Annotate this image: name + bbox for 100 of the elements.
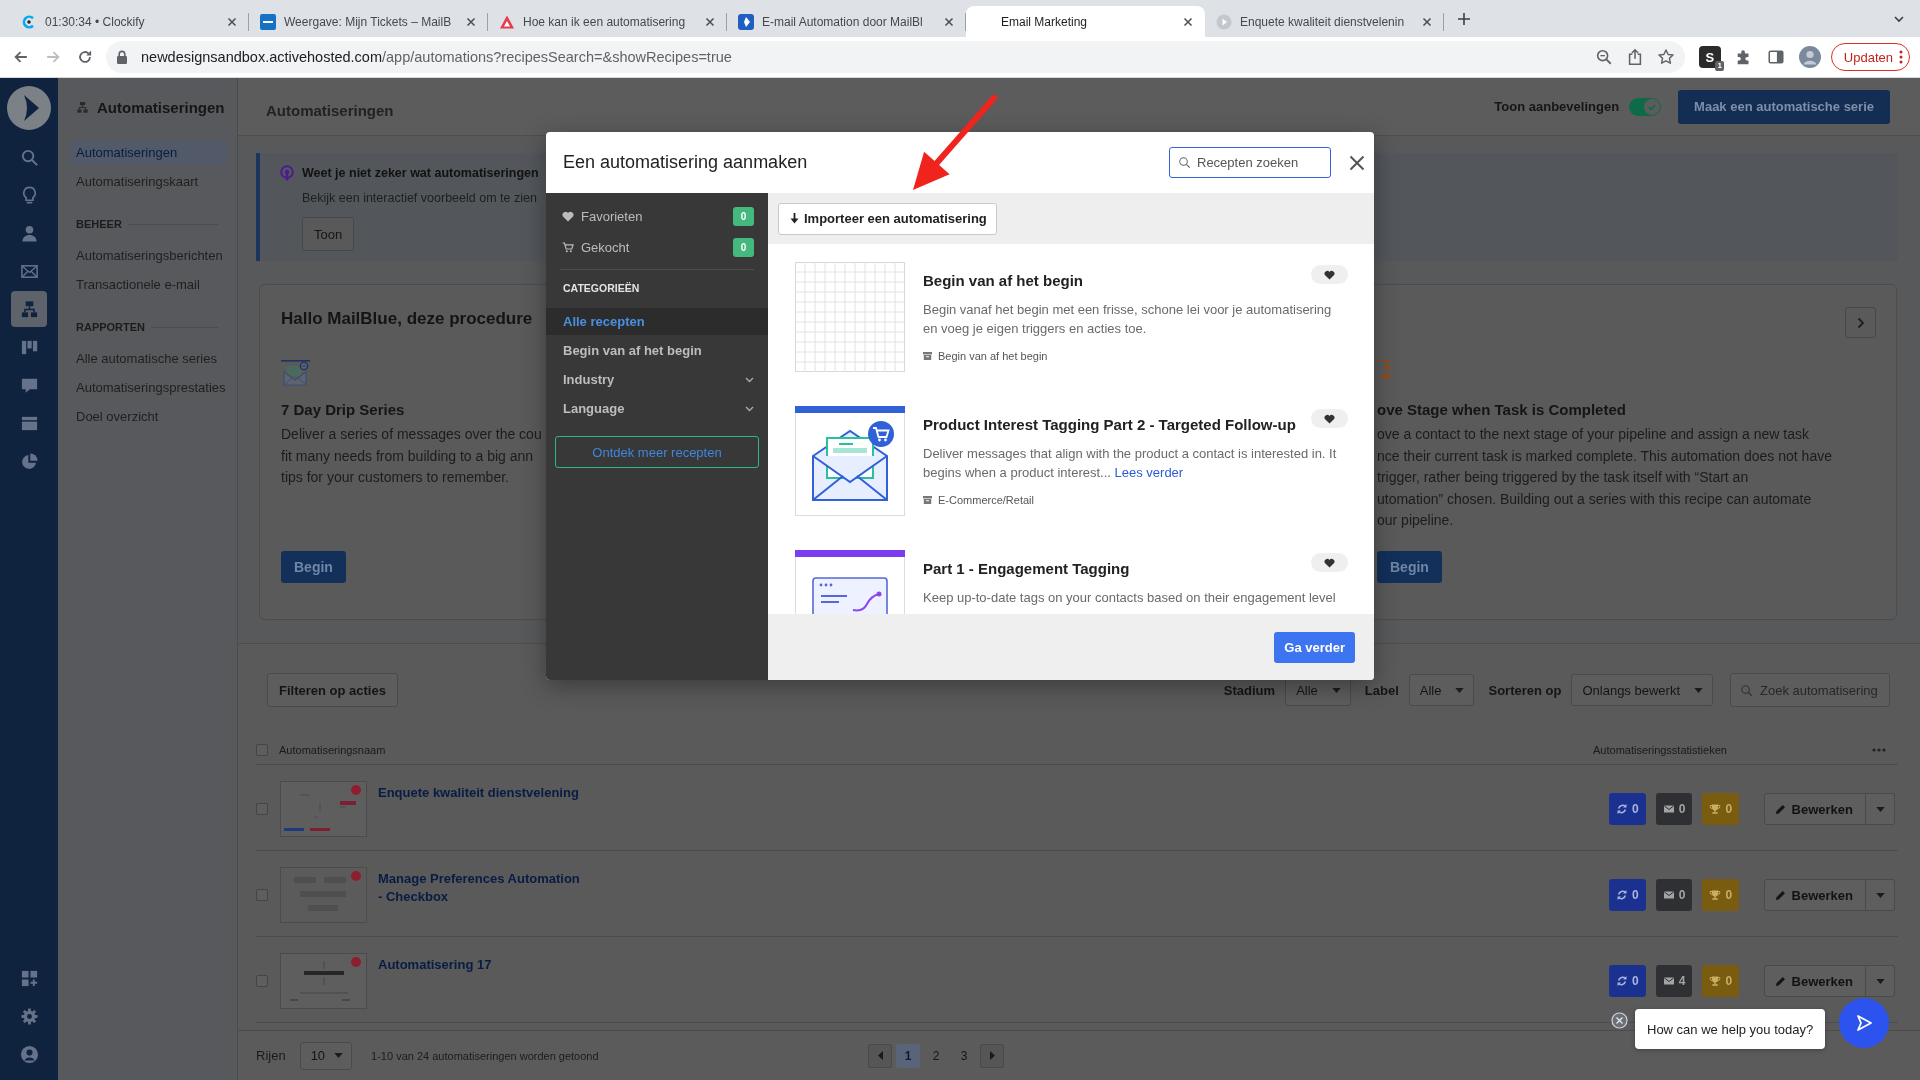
caret-down-icon: [1875, 892, 1885, 898]
count-badge: 0: [733, 237, 754, 257]
toggle-label: Toon aanbevelingen: [1494, 99, 1620, 114]
count-badge: 0: [733, 206, 754, 226]
pencil-icon: [1774, 803, 1786, 815]
category-item[interactable]: Begin van af het begin: [546, 337, 768, 364]
edit-button[interactable]: Bewerken: [1763, 793, 1866, 825]
trophy-icon: [1709, 975, 1722, 987]
filter-button[interactable]: Filteren op acties: [267, 673, 398, 707]
checkbox[interactable]: [256, 743, 268, 756]
section-heading: CATEGORIEËN: [562, 281, 641, 296]
recipe-filter-item[interactable]: Favorieten 0: [562, 204, 754, 228]
category-item[interactable]: Language: [546, 395, 768, 422]
reload-icon[interactable]: [76, 48, 94, 66]
category-item[interactable]: Industry: [546, 366, 768, 393]
pie-chart-icon: [19, 451, 39, 471]
stat-count: 0: [1725, 974, 1733, 988]
star-icon[interactable]: [1656, 48, 1675, 66]
recipe-description: ove a contact to the next stage of your pipeline and assign a new task nce their current task is marked complete. This automation does not have trigger, rather being triggered by the task itself with “Start an utomation” chosen. Building out a series with this recipe can automate our pipeline.: [1377, 425, 1832, 530]
heart-icon: [1324, 557, 1335, 568]
sidebar-item[interactable]: Doel overzicht: [70, 405, 227, 429]
read-more-link[interactable]: Lees verder: [1114, 464, 1184, 480]
automation-name-link[interactable]: Enquete kwaliteit dienstvelening: [378, 784, 579, 802]
checkbox[interactable]: [256, 803, 268, 815]
begin-button[interactable]: Begin: [1377, 551, 1442, 583]
continue-button[interactable]: Ga verder: [1274, 631, 1355, 663]
sidebar-item[interactable]: Automatiseringsberichten: [70, 244, 227, 268]
send-icon: [1855, 1014, 1873, 1032]
dropdown[interactable]: Alle: [1408, 674, 1475, 706]
triangle-logo-icon: [499, 13, 515, 30]
sidebar-item[interactable]: Alle automatische series: [70, 347, 227, 371]
envelope-icon: [1662, 803, 1675, 815]
sidebar-item[interactable]: Automatiseringsprestaties: [70, 376, 227, 400]
sidebar-item[interactable]: Automatiseringskaart: [70, 170, 227, 194]
stat-count: 4: [1678, 974, 1686, 988]
caret-down-icon: [1875, 806, 1885, 812]
discover-recipes-button[interactable]: Ontdek meer recepten: [555, 436, 759, 468]
edit-button[interactable]: Bewerken: [1763, 879, 1866, 911]
plus-icon[interactable]: [1456, 10, 1472, 27]
sidebar-icon[interactable]: [1766, 48, 1785, 66]
lock-icon[interactable]: [116, 50, 128, 64]
next-button[interactable]: [1845, 307, 1876, 338]
close-circle-icon[interactable]: [1611, 1012, 1628, 1029]
square-logo-icon: [260, 13, 276, 30]
sidebar-item[interactable]: Transactionele e-mail: [70, 273, 227, 297]
archive-icon: [923, 496, 932, 504]
trophy-icon: [1709, 803, 1722, 815]
create-automation-button[interactable]: Maak een automatische serie: [1678, 89, 1890, 124]
show-button[interactable]: Toon: [302, 217, 355, 251]
browser-tab[interactable]: Email Marketing: [966, 6, 1205, 37]
page-button[interactable]: 1: [896, 1043, 920, 1068]
nav-rail-button[interactable]: [11, 291, 47, 327]
chat-message[interactable]: How can we help you today?: [1635, 1009, 1826, 1049]
dropdown-toggle-button[interactable]: [1866, 879, 1895, 911]
extension-badge: 1: [1715, 61, 1724, 71]
automation-name-link[interactable]: Manage Preferences Automation - Checkbox: [378, 870, 583, 905]
caret-down-icon: [1694, 687, 1703, 693]
page-button[interactable]: 2: [924, 1043, 948, 1068]
favorite-button[interactable]: [1311, 409, 1348, 428]
more-options-icon[interactable]: [1872, 747, 1886, 752]
play-logo-icon[interactable]: [7, 86, 51, 130]
apps-grid-icon: [19, 968, 39, 988]
cart-icon: [562, 241, 574, 253]
person-icon: [19, 223, 39, 243]
next-page-button[interactable]: [980, 1043, 1004, 1068]
favorite-button[interactable]: [1311, 265, 1348, 284]
pin-icon: [280, 165, 294, 181]
caret-down-icon: [1875, 978, 1885, 984]
envelope-icon: [1662, 889, 1675, 901]
page-button[interactable]: 3: [952, 1043, 976, 1068]
favorite-button[interactable]: [1311, 553, 1348, 572]
checkbox[interactable]: [256, 975, 268, 987]
extension-button[interactable]: S 1: [1698, 46, 1721, 68]
edit-button[interactable]: Bewerken: [1763, 965, 1866, 997]
toggle-knob-icon: [1644, 98, 1661, 115]
dropdown-toggle-button[interactable]: [1866, 965, 1895, 997]
heart-icon: [1324, 269, 1335, 280]
dropdown[interactable]: Onlangs bewerkt: [1571, 674, 1713, 706]
dropdown-toggle-button[interactable]: [1866, 793, 1895, 825]
sidebar-item[interactable]: Automatiseringen: [70, 141, 227, 165]
category-item[interactable]: Alle recepten: [546, 308, 768, 335]
search-field[interactable]: Recepten zoeken: [1169, 147, 1331, 178]
download-arrow-icon: [790, 213, 799, 224]
recipe-filter-item[interactable]: Gekocht 0: [562, 235, 754, 259]
automation-name-link[interactable]: Automatisering 17: [378, 956, 492, 974]
sync-icon: [1616, 975, 1628, 987]
previous-page-button[interactable]: [868, 1043, 892, 1068]
zoom-icon[interactable]: [1594, 48, 1613, 66]
recipe-title: ove Stage when Task is Completed: [1377, 400, 1626, 420]
ring-logo-icon: [21, 13, 37, 30]
avatar-icon[interactable]: [1798, 46, 1821, 68]
trophy-icon: [1709, 889, 1722, 901]
toggle-switch[interactable]: [1629, 97, 1662, 116]
stat-count: 0: [1632, 802, 1639, 816]
begin-button[interactable]: Begin: [281, 551, 346, 583]
rows-per-page-dropdown[interactable]: 10: [299, 1041, 353, 1070]
close-icon[interactable]: [1349, 154, 1365, 171]
checkbox[interactable]: [256, 889, 268, 901]
dialog-title: Een automatisering aanmaken: [563, 152, 808, 173]
import-button[interactable]: Importeer een automatisering: [778, 202, 997, 235]
